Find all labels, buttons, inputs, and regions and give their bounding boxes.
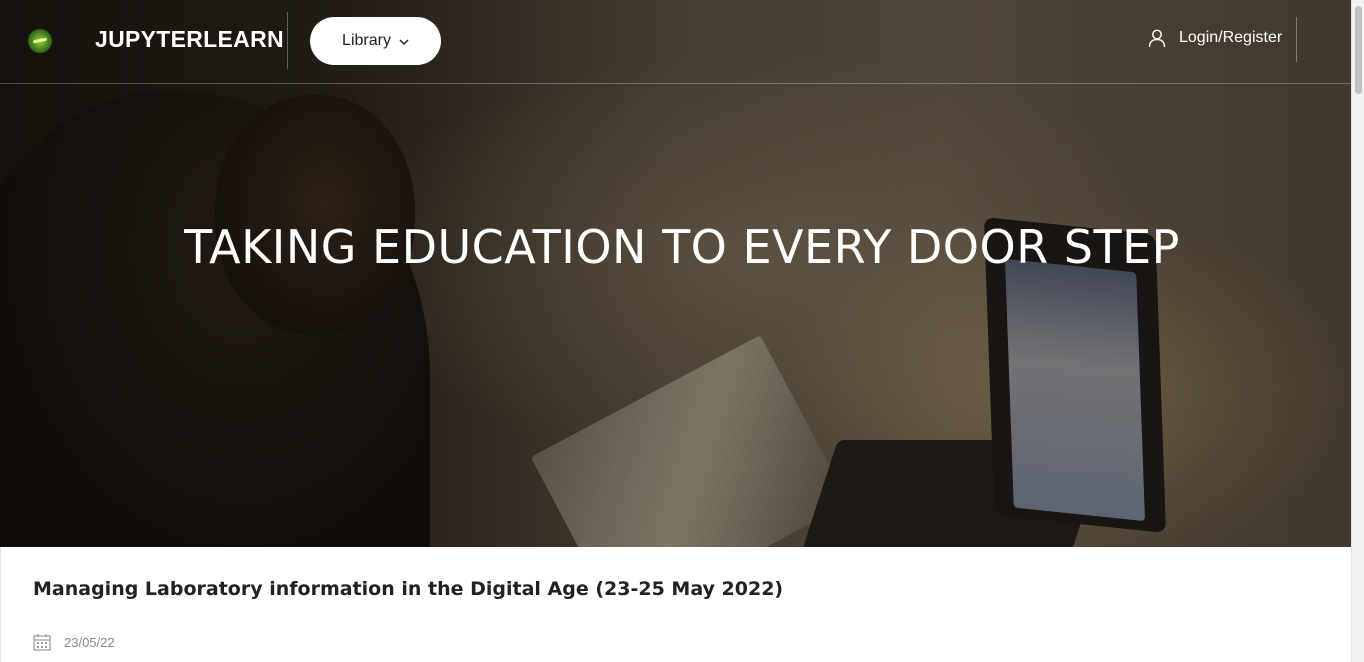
article-title[interactable]: Managing Laboratory information in the D… — [33, 578, 783, 600]
article-date: 23/05/22 — [64, 635, 115, 650]
logo-mark-text — [56, 34, 78, 44]
chevron-down-icon — [399, 35, 409, 49]
jupyterlearn-logo-icon[interactable] — [28, 29, 52, 53]
calendar-icon — [33, 633, 51, 651]
scrollbar-thumb[interactable] — [1355, 6, 1362, 94]
article-card[interactable]: Managing Laboratory information in the D… — [0, 547, 1351, 662]
user-icon — [1147, 28, 1167, 48]
header-divider — [287, 12, 288, 69]
brand-name[interactable]: JUPYTERLEARN — [95, 26, 284, 53]
library-label: Library — [342, 32, 391, 49]
header-right-divider — [1296, 17, 1297, 62]
login-register-link[interactable]: Login/Register — [1147, 28, 1282, 48]
site-header: JUPYTERLEARN Library Login/Register — [0, 0, 1351, 84]
hero-title: TAKING EDUCATION TO EVERY DOOR STEP — [184, 220, 1180, 274]
login-register-label: Login/Register — [1179, 29, 1283, 46]
page-scrollbar[interactable] — [1351, 0, 1364, 662]
library-dropdown-button[interactable]: Library — [310, 17, 441, 65]
